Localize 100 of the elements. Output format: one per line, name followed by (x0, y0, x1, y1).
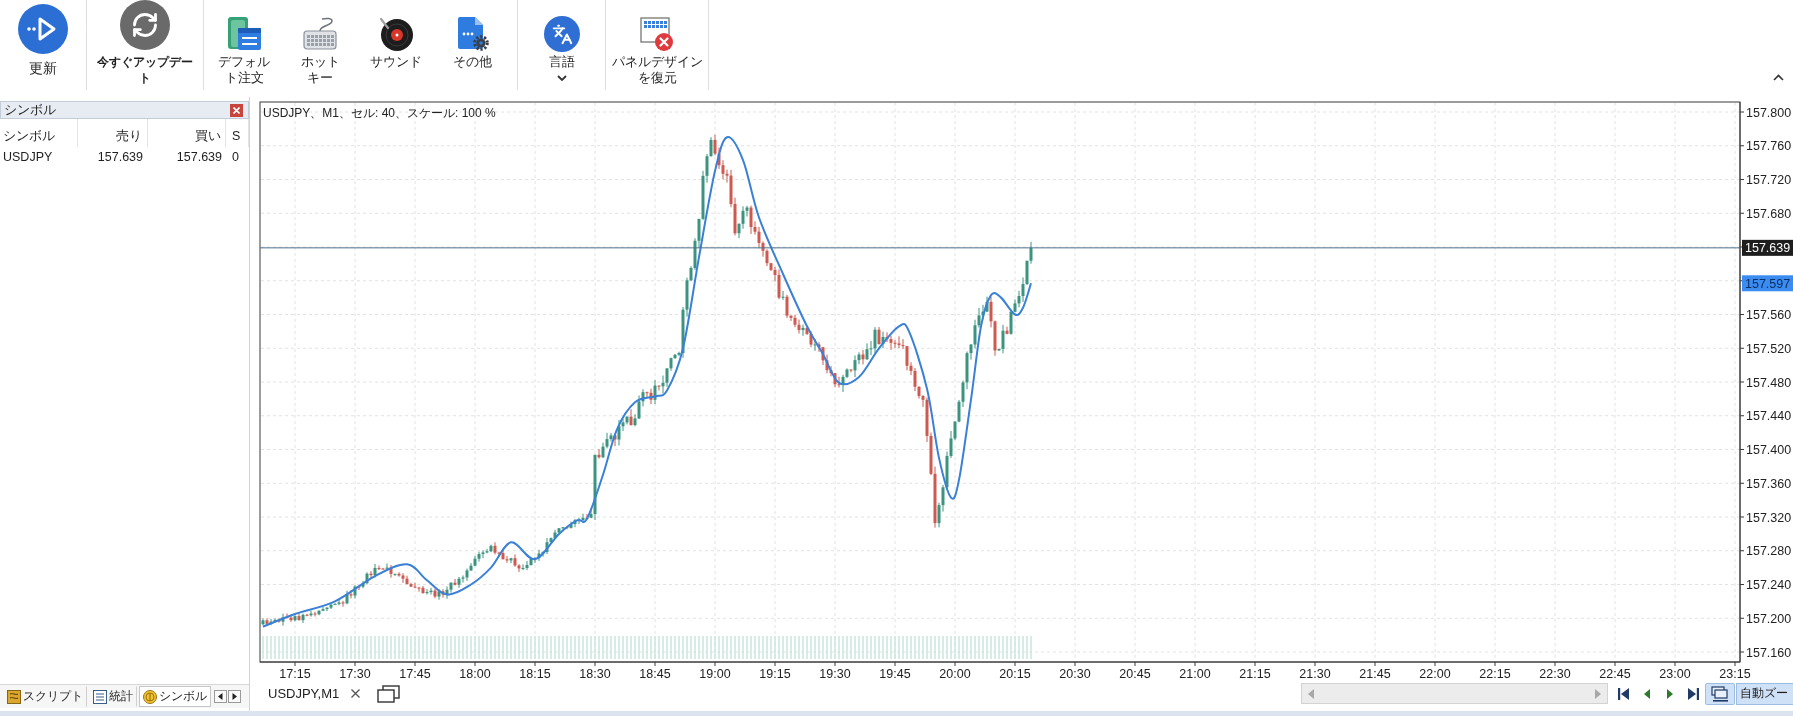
bullish-candle (293, 614, 297, 622)
time-label: 21:15 (1239, 667, 1271, 681)
price-label: 157.400 (1746, 443, 1792, 457)
chart-tab[interactable]: USDJPY,M1 (268, 685, 340, 702)
bearish-candle (629, 408, 633, 427)
time-label: 23:00 (1659, 667, 1691, 681)
table-cell-text: 0 (231, 149, 240, 166)
price-label: 157.720 (1746, 173, 1792, 187)
default-order-button[interactable]: デフォルト注文 (207, 0, 281, 86)
bearish-candle (565, 526, 569, 530)
price-label: 157.160 (1746, 645, 1792, 660)
refresh-button[interactable]: 更新 (3, 0, 83, 76)
column-header: 買い (148, 119, 226, 147)
chevron-down-icon (557, 75, 567, 81)
table-cell-text: USDJPY (2, 149, 54, 166)
restore-layout-button[interactable]: パネルデザインを復元 (609, 0, 705, 86)
price-label: 157.440 (1746, 409, 1792, 424)
chevron-up-icon[interactable] (1773, 74, 1784, 81)
play-circle-icon (18, 4, 68, 54)
wavy-lines-icon (7, 689, 21, 704)
window-error-icon (639, 16, 675, 52)
price-label: 157.480 (1746, 375, 1792, 390)
scroll-left-icon[interactable] (214, 690, 227, 703)
bearish-candle (349, 589, 353, 599)
bullish-candle (385, 563, 389, 570)
scroll-right-icon[interactable] (228, 690, 241, 703)
other-button[interactable]: その他 (435, 0, 509, 70)
chart-title: USDJPY、M1、セル: 40、スケール: 100 % (263, 106, 496, 120)
price-label: 157.680 (1746, 206, 1792, 221)
bullish-candle (353, 584, 357, 600)
table-cell-text: 157.639 (175, 149, 223, 166)
panel-tab[interactable]: 統計 (89, 686, 137, 707)
bearish-candle (297, 612, 301, 621)
document-window-icon (226, 16, 262, 52)
bearish-candle (265, 617, 269, 627)
time-label: 17:15 (279, 667, 311, 681)
bearish-candle (389, 564, 393, 579)
bearish-candle (441, 588, 445, 599)
update-now-button[interactable]: 今すぐアップデート (90, 0, 200, 86)
price-label: 157.320 (1746, 510, 1792, 525)
column-header: 売り (78, 119, 148, 147)
panel-tab[interactable]: スクリプト (3, 686, 87, 707)
auto-zoom-button[interactable]: 自動ズー (1736, 682, 1793, 705)
bullish-candle (509, 557, 513, 564)
price-label: 157.800 (1746, 105, 1792, 120)
price-label: 157.560 (1746, 308, 1792, 322)
close-button[interactable] (230, 103, 243, 117)
bullish-candle (345, 590, 349, 605)
panel-title: シンボル (4, 102, 56, 118)
price-label: 157.240 (1746, 578, 1792, 592)
time-label: 20:00 (939, 667, 971, 681)
bullish-candle (261, 618, 265, 626)
bearish-candle (341, 600, 345, 608)
time-label: 18:15 (519, 667, 551, 681)
bullish-candle (813, 338, 817, 352)
bearish-candle (313, 611, 317, 617)
bearish-candle (433, 588, 437, 599)
hotkey-button[interactable]: ホットキー (283, 0, 357, 86)
bearish-candle (453, 578, 457, 587)
windows-icon[interactable] (377, 684, 401, 703)
coin-icon (143, 689, 157, 704)
bearish-candle (657, 385, 661, 392)
panel-tab[interactable]: シンボル (139, 686, 211, 707)
skip-start-icon[interactable] (1617, 686, 1631, 701)
column-header: シンボル (0, 119, 78, 147)
time-label: 23:15 (1719, 667, 1751, 681)
bearish-candle (369, 570, 373, 579)
time-label: 21:45 (1359, 667, 1391, 681)
translate-icon (544, 16, 580, 52)
time-label: 22:45 (1599, 667, 1631, 681)
bullish-candle (437, 588, 441, 601)
bullish-candle (309, 610, 313, 618)
vinyl-record-icon (378, 16, 414, 52)
sound-button[interactable]: サウンド (359, 0, 433, 70)
time-label: 22:30 (1539, 667, 1571, 681)
bullish-candle (801, 324, 805, 337)
time-label: 18:45 (639, 667, 671, 681)
bullish-candle (301, 613, 305, 624)
skip-end-icon[interactable] (1686, 686, 1700, 701)
time-label: 20:30 (1059, 667, 1091, 681)
bearish-candle (597, 448, 601, 460)
bullish-candle (281, 613, 285, 627)
chart-layout-button[interactable] (1705, 682, 1735, 705)
keyboard-icon (302, 16, 338, 52)
time-label: 19:30 (819, 667, 851, 681)
indicator-value-tag: 157.597 (1742, 275, 1793, 292)
bearish-candle (849, 368, 853, 373)
price-label: 157.200 (1746, 611, 1792, 626)
table-cell-text: 157.639 (96, 149, 144, 166)
close-icon[interactable] (351, 689, 361, 698)
bullish-candle (781, 290, 785, 301)
bearish-candle (357, 585, 361, 591)
column-header: S (226, 119, 249, 147)
bullish-candle (393, 573, 397, 577)
time-label: 20:15 (999, 667, 1031, 681)
bullish-candle (373, 563, 377, 579)
bearish-candle (305, 613, 309, 617)
price-label: 157.760 (1746, 139, 1792, 154)
time-label: 18:30 (579, 667, 611, 681)
language-button[interactable]: 言語 (522, 0, 602, 81)
